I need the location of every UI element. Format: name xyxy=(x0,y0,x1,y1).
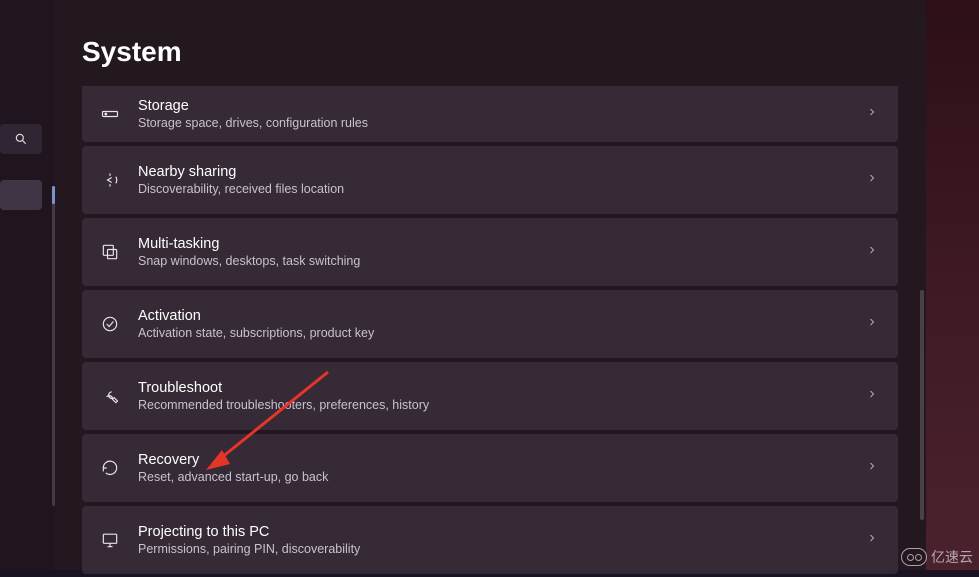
chevron-right-icon xyxy=(866,531,878,549)
chevron-right-icon xyxy=(866,387,878,405)
item-title: Recovery xyxy=(138,452,866,468)
sidebar xyxy=(0,0,54,570)
storage-icon xyxy=(96,100,124,128)
item-subtitle: Permissions, pairing PIN, discoverabilit… xyxy=(138,542,866,556)
settings-list: Storage Storage space, drives, configura… xyxy=(82,86,898,574)
item-title: Nearby sharing xyxy=(138,164,866,180)
item-subtitle: Activation state, subscriptions, product… xyxy=(138,326,866,340)
share-icon xyxy=(96,166,124,194)
chevron-right-icon xyxy=(866,315,878,333)
recovery-icon xyxy=(96,454,124,482)
settings-item-multitasking[interactable]: Multi-tasking Snap windows, desktops, ta… xyxy=(82,218,898,286)
page-title: System xyxy=(82,36,898,68)
item-subtitle: Reset, advanced start-up, go back xyxy=(138,470,866,484)
item-subtitle: Recommended troubleshooters, preferences… xyxy=(138,398,866,412)
item-subtitle: Snap windows, desktops, task switching xyxy=(138,254,866,268)
desktop-background-strip xyxy=(926,0,979,577)
multitasking-icon xyxy=(96,238,124,266)
activation-icon xyxy=(96,310,124,338)
item-subtitle: Storage space, drives, configuration rul… xyxy=(138,116,866,130)
settings-item-troubleshoot[interactable]: Troubleshoot Recommended troubleshooters… xyxy=(82,362,898,430)
item-title: Storage xyxy=(138,98,866,114)
chevron-right-icon xyxy=(866,243,878,261)
item-title: Projecting to this PC xyxy=(138,524,866,540)
projecting-icon xyxy=(96,526,124,554)
search-icon xyxy=(14,132,28,146)
chevron-right-icon xyxy=(866,459,878,477)
scrollbar[interactable] xyxy=(920,290,924,520)
item-title: Multi-tasking xyxy=(138,236,866,252)
troubleshoot-icon xyxy=(96,382,124,410)
settings-item-activation[interactable]: Activation Activation state, subscriptio… xyxy=(82,290,898,358)
settings-item-projecting[interactable]: Projecting to this PC Permissions, pairi… xyxy=(82,506,898,574)
settings-item-recovery[interactable]: Recovery Reset, advanced start-up, go ba… xyxy=(82,434,898,502)
sidebar-item-system[interactable] xyxy=(0,180,42,210)
search-input[interactable] xyxy=(0,124,42,154)
main-content: System Storage Storage space, drives, co… xyxy=(54,0,926,570)
item-title: Activation xyxy=(138,308,866,324)
settings-item-nearby-sharing[interactable]: Nearby sharing Discoverability, received… xyxy=(82,146,898,214)
chevron-right-icon xyxy=(866,171,878,189)
item-subtitle: Discoverability, received files location xyxy=(138,182,866,196)
chevron-right-icon xyxy=(866,105,878,123)
item-title: Troubleshoot xyxy=(138,380,866,396)
settings-item-storage[interactable]: Storage Storage space, drives, configura… xyxy=(82,86,898,142)
settings-window: System Storage Storage space, drives, co… xyxy=(0,0,926,570)
